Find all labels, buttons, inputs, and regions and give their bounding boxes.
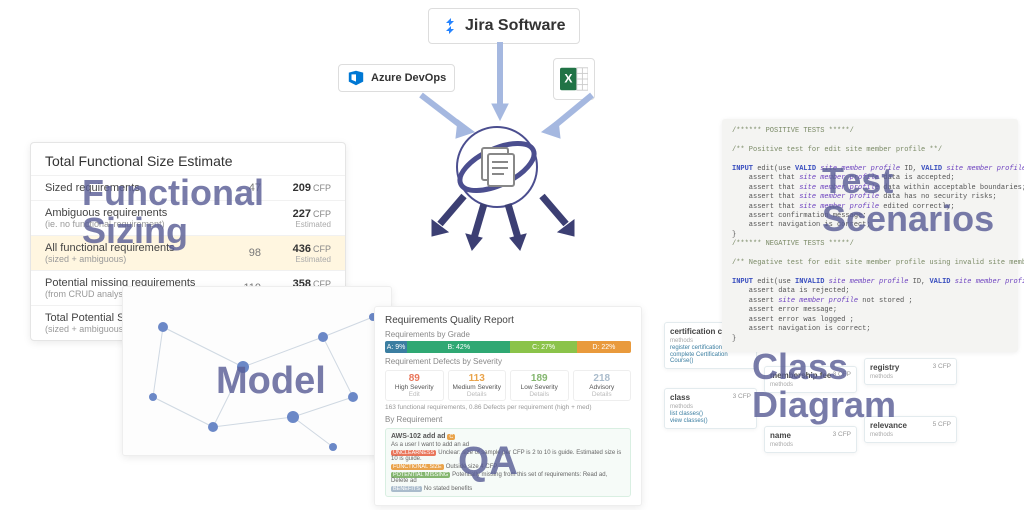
qa-severity: 189Low SeverityDetails: [510, 370, 569, 401]
excel-icon: X: [560, 65, 588, 93]
sizing-title: Total Functional Size Estimate: [31, 143, 345, 175]
sizing-row: Sized requirements 47 209CFP: [31, 175, 345, 200]
qa-severity: 218AdvisoryDetails: [573, 370, 632, 401]
qa-grade-bar: A: 9%B: 42%C: 27%D: 22%: [385, 341, 631, 353]
qa-req-grade: C: [447, 434, 455, 440]
network-graph-icon: [123, 287, 392, 456]
qa-title: Requirements Quality Report: [385, 315, 631, 326]
qa-req-defect: BENEFITSNo stated benefits: [391, 486, 625, 492]
class-card: registry3 CFP methods: [864, 358, 957, 385]
arrow-in-jira: [490, 42, 510, 122]
arrow-out-r: [500, 200, 530, 252]
model-card: [122, 286, 392, 456]
class-card: relevance5 CFP methods: [864, 416, 957, 443]
qa-grade-segment: C: 27%: [510, 341, 576, 353]
jira-label: Jira Software: [465, 17, 565, 35]
jira-icon: [443, 18, 459, 34]
qa-req-note: As a user I want to add an ad: [391, 442, 625, 448]
qa-requirement: AWS-102 add ad C As a user I want to add…: [385, 428, 631, 497]
jira-badge: Jira Software: [428, 8, 580, 44]
qa-summary: 163 functional requirements, 0.86 Defect…: [385, 404, 631, 411]
qa-by-grade: Requirements by Grade: [385, 330, 631, 339]
arrow-out-l: [462, 200, 492, 252]
class-card: membership fee3 CFP methods: [764, 366, 857, 393]
arrow-in-excel: [540, 90, 600, 140]
svg-text:X: X: [564, 72, 572, 86]
qa-card: Requirements Quality Report Requirements…: [374, 306, 642, 506]
qa-grade-segment: A: 9%: [385, 341, 407, 353]
tests-card: /****** POSITIVE TESTS *****/ /** Positi…: [722, 119, 1018, 352]
azure-label: Azure DevOps: [371, 72, 446, 84]
azure-icon: [347, 69, 365, 87]
qa-grade-segment: D: 22%: [577, 341, 631, 353]
arrow-out-rr: [536, 192, 576, 238]
qa-req-defect: UNCLEARNESSUnclear: size of sample per C…: [391, 450, 625, 462]
qa-by-req: By Requirement: [385, 415, 631, 424]
qa-severity: 113Medium SeverityDetails: [448, 370, 507, 401]
qa-grade-segment: B: 42%: [407, 341, 510, 353]
sizing-row: Ambiguous requirements(ie. no functional…: [31, 200, 345, 235]
qa-req-defect: POTENTIAL MISSINGPotentially missing fro…: [391, 472, 625, 484]
qa-severity: 89High SeverityEdit: [385, 370, 444, 401]
class-card: name3 CFP methods: [764, 426, 857, 453]
class-card: class3 CFP methodslist classes()view cla…: [664, 388, 757, 429]
azure-badge: Azure DevOps: [338, 64, 455, 92]
sizing-row: All functional requirements(sized + ambi…: [31, 235, 345, 270]
qa-severities: 89High SeverityEdit113Medium SeverityDet…: [385, 370, 631, 401]
qa-req-defect: FUNCTIONAL SIZEOutside size 4 CFP: [391, 464, 625, 470]
qa-defects-title: Requirement Defects by Severity: [385, 357, 631, 366]
qa-req-id: AWS-102 add ad: [391, 433, 445, 440]
